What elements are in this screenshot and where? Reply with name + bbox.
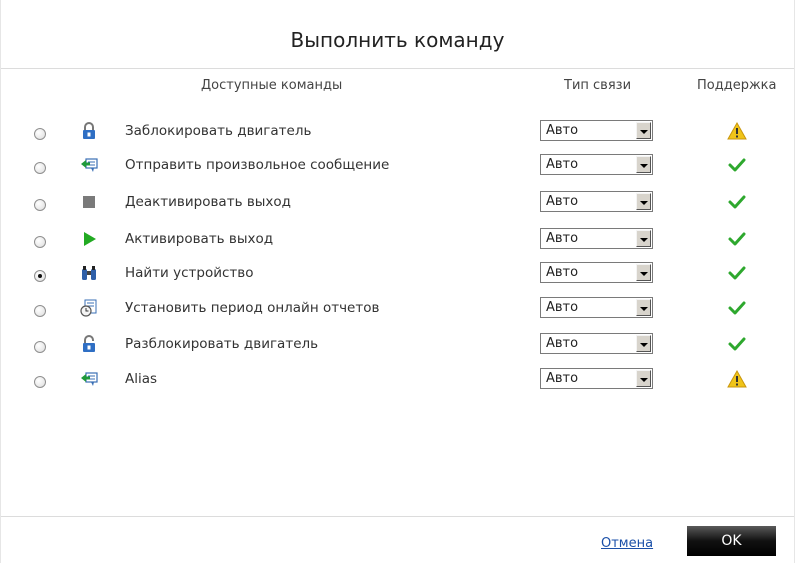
command-label: Разблокировать двигатель bbox=[125, 336, 319, 352]
command-label: Заблокировать двигатель bbox=[125, 123, 312, 139]
chevron-down-icon[interactable] bbox=[636, 156, 651, 173]
connection-type-select[interactable]: Авто bbox=[540, 154, 653, 175]
command-row[interactable]: Заблокировать двигатель Авто bbox=[1, 120, 795, 152]
footer-divider bbox=[1, 516, 794, 517]
stop-icon bbox=[80, 193, 98, 211]
connection-type-value: Авто bbox=[546, 123, 579, 138]
lock-icon bbox=[80, 122, 98, 140]
chevron-down-icon[interactable] bbox=[636, 370, 651, 387]
chevron-down-icon[interactable] bbox=[636, 230, 651, 247]
cancel-link[interactable]: Отмена bbox=[601, 536, 653, 551]
connection-type-value: Авто bbox=[546, 300, 579, 315]
chevron-down-icon[interactable] bbox=[636, 299, 651, 316]
dialog-title: Выполнить команду bbox=[1, 0, 794, 69]
send-message-icon bbox=[80, 156, 98, 174]
check-icon bbox=[727, 192, 747, 212]
check-icon bbox=[727, 229, 747, 249]
connection-type-value: Авто bbox=[546, 371, 579, 386]
chevron-down-icon[interactable] bbox=[636, 264, 651, 281]
column-header-type: Тип связи bbox=[564, 78, 632, 93]
command-radio[interactable] bbox=[34, 270, 46, 282]
command-radio[interactable] bbox=[34, 341, 46, 353]
command-radio[interactable] bbox=[34, 162, 46, 174]
command-label: Найти устройство bbox=[125, 265, 254, 281]
connection-type-select[interactable]: Авто bbox=[540, 297, 653, 318]
connection-type-value: Авто bbox=[546, 336, 579, 351]
connection-type-select[interactable]: Авто bbox=[540, 262, 653, 283]
chevron-down-icon[interactable] bbox=[636, 335, 651, 352]
column-header-support: Поддержка bbox=[697, 78, 777, 93]
binoculars-icon bbox=[80, 264, 98, 282]
connection-type-select[interactable]: Авто bbox=[540, 228, 653, 249]
connection-type-value: Авто bbox=[546, 194, 579, 209]
connection-type-select[interactable]: Авто bbox=[540, 368, 653, 389]
connection-type-value: Авто bbox=[546, 265, 579, 280]
command-radio[interactable] bbox=[34, 236, 46, 248]
command-row[interactable]: Найти устройство Авто bbox=[1, 262, 795, 294]
send-message-icon bbox=[80, 370, 98, 388]
check-icon bbox=[727, 298, 747, 318]
command-row[interactable]: Активировать выход Авто bbox=[1, 228, 795, 260]
connection-type-value: Авто bbox=[546, 157, 579, 172]
command-label: Деактивировать выход bbox=[125, 194, 292, 210]
connection-type-select[interactable]: Авто bbox=[540, 191, 653, 212]
command-radio[interactable] bbox=[34, 199, 46, 211]
check-icon bbox=[727, 334, 747, 354]
chevron-down-icon[interactable] bbox=[636, 122, 651, 139]
ok-button[interactable]: OK bbox=[687, 526, 776, 556]
check-icon bbox=[727, 263, 747, 283]
command-label: Отправить произвольное сообщение bbox=[125, 157, 390, 173]
command-label: Установить период онлайн отчетов bbox=[125, 300, 380, 316]
unlock-icon bbox=[80, 335, 98, 353]
command-row[interactable]: Деактивировать выход Авто bbox=[1, 191, 795, 223]
command-row[interactable]: Alias Авто bbox=[1, 368, 795, 400]
command-radio[interactable] bbox=[34, 305, 46, 317]
connection-type-select[interactable]: Авто bbox=[540, 120, 653, 141]
command-label: Активировать выход bbox=[125, 231, 274, 247]
check-icon bbox=[727, 155, 747, 175]
chevron-down-icon[interactable] bbox=[636, 193, 651, 210]
command-radio[interactable] bbox=[34, 128, 46, 140]
column-header-commands: Доступные команды bbox=[201, 78, 343, 93]
execute-command-dialog: Выполнить команду Доступные команды Тип … bbox=[0, 0, 795, 563]
command-row[interactable]: Разблокировать двигатель Авто bbox=[1, 333, 795, 365]
connection-type-select[interactable]: Авто bbox=[540, 333, 653, 354]
command-label: Alias bbox=[125, 371, 158, 387]
connection-type-value: Авто bbox=[546, 231, 579, 246]
command-row[interactable]: Установить период онлайн отчетов Авто bbox=[1, 297, 795, 329]
command-radio[interactable] bbox=[34, 376, 46, 388]
command-row[interactable]: Отправить произвольное сообщение Авто bbox=[1, 154, 795, 186]
report-clock-icon bbox=[80, 299, 98, 317]
warning-icon bbox=[727, 369, 747, 389]
warning-icon bbox=[727, 121, 747, 141]
play-icon bbox=[80, 230, 98, 248]
